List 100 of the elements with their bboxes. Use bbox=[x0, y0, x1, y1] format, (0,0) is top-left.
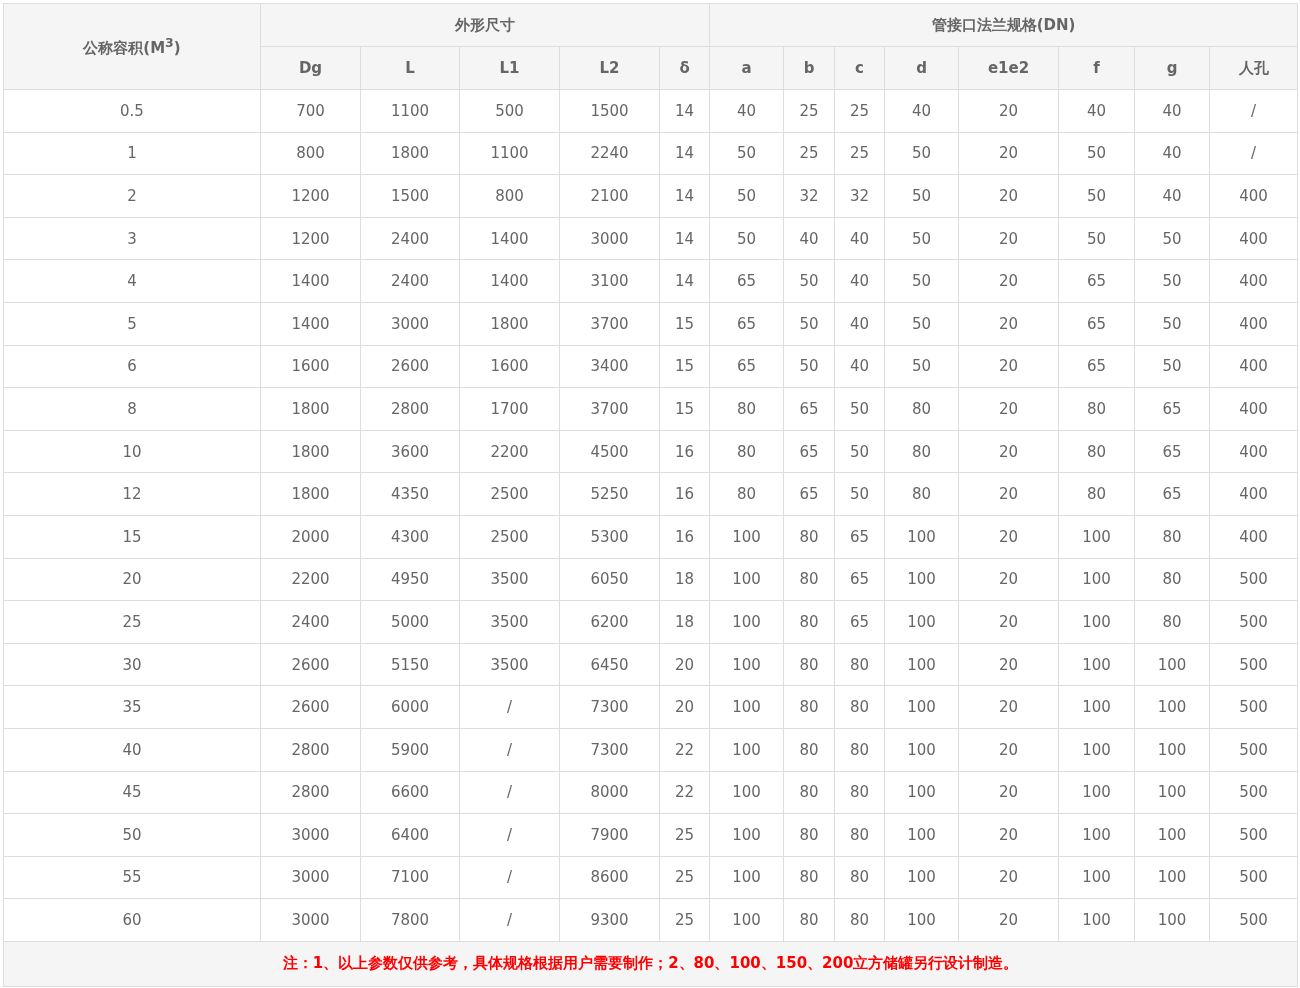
table-cell: 14 bbox=[659, 217, 710, 260]
table-cell: 5300 bbox=[559, 515, 660, 559]
table-cell: 50 bbox=[783, 259, 835, 303]
table-cell: 2000 bbox=[260, 515, 361, 559]
table-cell: 20 bbox=[958, 259, 1059, 303]
table-cell: 100 bbox=[884, 856, 959, 899]
table-cell: 3400 bbox=[559, 345, 660, 388]
table-cell: 65 bbox=[783, 472, 835, 516]
table-cell: 2600 bbox=[260, 685, 361, 729]
table-cell: 50 bbox=[834, 430, 885, 473]
table-cell: 65 bbox=[783, 387, 835, 431]
table-cell: 400 bbox=[1209, 217, 1298, 260]
table-cell: 80 bbox=[834, 728, 885, 771]
table-cell: 20 bbox=[958, 685, 1059, 729]
table-cell: 50 bbox=[1058, 217, 1135, 260]
table-cell: 1500 bbox=[559, 89, 660, 133]
table-cell: 65 bbox=[709, 302, 784, 346]
table-cell: 1800 bbox=[260, 472, 361, 516]
table-cell: 50 bbox=[884, 132, 959, 175]
table-cell: 80 bbox=[783, 728, 835, 771]
table-cell: / bbox=[459, 728, 560, 771]
table-cell: 6200 bbox=[559, 600, 660, 644]
column-header: b bbox=[783, 46, 835, 90]
table-cell: 2100 bbox=[559, 174, 660, 218]
table-cell: 35 bbox=[3, 685, 261, 729]
column-header: f bbox=[1058, 46, 1135, 90]
table-cell: 100 bbox=[1058, 813, 1135, 857]
table-cell: 20 bbox=[958, 771, 1059, 814]
table-cell: 100 bbox=[884, 643, 959, 686]
table-cell: 22 bbox=[659, 728, 710, 771]
table-cell: 18 bbox=[659, 558, 710, 601]
table-cell: / bbox=[459, 856, 560, 899]
table-cell: 100 bbox=[709, 685, 784, 729]
table-cell: 80 bbox=[783, 600, 835, 644]
table-cell: 400 bbox=[1209, 387, 1298, 431]
table-cell: 100 bbox=[884, 685, 959, 729]
table-cell: 5 bbox=[3, 302, 261, 346]
table-cell: 2200 bbox=[260, 558, 361, 601]
table-cell: 800 bbox=[260, 132, 361, 175]
table-cell: 500 bbox=[1209, 813, 1298, 857]
table-cell: 40 bbox=[834, 217, 885, 260]
table-cell: 6 bbox=[3, 345, 261, 388]
table-cell: 80 bbox=[834, 771, 885, 814]
table-cell: 2200 bbox=[459, 430, 560, 473]
table-cell: 80 bbox=[1134, 558, 1210, 601]
table-cell: 20 bbox=[958, 345, 1059, 388]
table-cell: 80 bbox=[783, 643, 835, 686]
table-cell: 7900 bbox=[559, 813, 660, 857]
table-cell: 2400 bbox=[360, 259, 460, 303]
table-cell: 32 bbox=[834, 174, 885, 218]
table-cell: 80 bbox=[783, 813, 835, 857]
table-cell: 100 bbox=[1058, 643, 1135, 686]
table-cell: 50 bbox=[1134, 302, 1210, 346]
table-cell: 3500 bbox=[459, 558, 560, 601]
column-header: e1e2 bbox=[958, 46, 1059, 90]
table-cell: 100 bbox=[1058, 600, 1135, 644]
table-cell: 100 bbox=[709, 728, 784, 771]
table-cell: 3 bbox=[3, 217, 261, 260]
table-cell: 400 bbox=[1209, 302, 1298, 346]
table-cell: 20 bbox=[659, 685, 710, 729]
table-cell: 2400 bbox=[360, 217, 460, 260]
table-cell: 25 bbox=[3, 600, 261, 644]
table-cell: 40 bbox=[783, 217, 835, 260]
table-cell: 80 bbox=[834, 685, 885, 729]
table-cell: 80 bbox=[709, 387, 784, 431]
table-cell: 65 bbox=[1134, 472, 1210, 516]
table-cell: 14 bbox=[659, 259, 710, 303]
table-cell: 100 bbox=[709, 600, 784, 644]
table-cell: 500 bbox=[1209, 600, 1298, 644]
table-cell: 5900 bbox=[360, 728, 460, 771]
table-cell: 100 bbox=[1058, 771, 1135, 814]
table-cell: 500 bbox=[1209, 856, 1298, 899]
table-cell: 20 bbox=[958, 217, 1059, 260]
table-cell: / bbox=[1209, 89, 1298, 133]
table-cell: 60 bbox=[3, 898, 261, 942]
table-cell: 1200 bbox=[260, 217, 361, 260]
table-cell: 500 bbox=[459, 89, 560, 133]
table-cell: 100 bbox=[1058, 728, 1135, 771]
table-cell: 500 bbox=[1209, 898, 1298, 942]
table-cell: 2500 bbox=[459, 472, 560, 516]
table-cell: 20 bbox=[958, 728, 1059, 771]
table-cell: 100 bbox=[1134, 856, 1210, 899]
table-cell: 100 bbox=[884, 771, 959, 814]
table-cell: 18 bbox=[659, 600, 710, 644]
table-cell: 1 bbox=[3, 132, 261, 175]
table-cell: 25 bbox=[783, 89, 835, 133]
table-cell: 50 bbox=[783, 302, 835, 346]
column-header: 人孔 bbox=[1209, 46, 1298, 90]
table-cell: 3000 bbox=[260, 813, 361, 857]
table-cell: 9300 bbox=[559, 898, 660, 942]
column-header: 公称容积(M$^{3}$) bbox=[3, 3, 261, 90]
table-cell: 100 bbox=[1134, 728, 1210, 771]
table-cell: 700 bbox=[260, 89, 361, 133]
table-cell: 100 bbox=[884, 728, 959, 771]
table-cell: 8 bbox=[3, 387, 261, 431]
table-cell: 20 bbox=[958, 89, 1059, 133]
table-cell: 40 bbox=[709, 89, 784, 133]
table-cell: 100 bbox=[709, 643, 784, 686]
table-cell: 4950 bbox=[360, 558, 460, 601]
column-header: L bbox=[360, 46, 460, 90]
